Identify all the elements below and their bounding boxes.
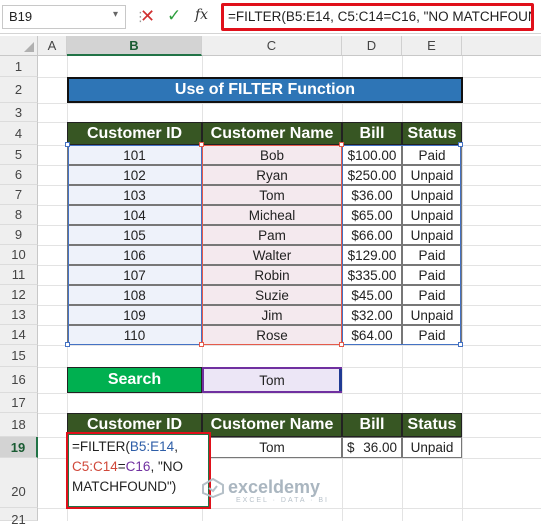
row-header-19[interactable]: 19 [0,437,38,458]
range-handle-icon[interactable] [339,142,344,147]
row-header-13[interactable]: 13 [0,305,38,325]
column-header-blank [462,36,541,56]
result-status[interactable]: Unpaid [402,437,462,458]
formula-input[interactable]: =FILTER(B5:E14, C5:C14=C16, "NO MATCHFOU… [221,3,534,31]
result-bill-symbol: $ [347,440,355,455]
row-header-4[interactable]: 4 [0,122,38,145]
row-header-12[interactable]: 12 [0,285,38,305]
sheet-title[interactable]: Use of FILTER Function [67,77,463,103]
row-header-9[interactable]: 9 [0,225,38,245]
row-header-15[interactable]: 15 [0,345,38,367]
result-bill-value: 36.00 [363,440,397,455]
row-header-21[interactable]: 21 [0,508,38,527]
column-header-b[interactable]: B [67,36,202,56]
result-customer-name[interactable]: Tom [202,437,342,458]
active-formula-cell[interactable]: =FILTER(B5:E14, C5:C14=C16, "NO MATCHFOU… [66,432,211,509]
column-header-e[interactable]: E [402,36,462,56]
insert-function-icon[interactable]: fx [195,7,208,23]
result-header-status[interactable]: Status [402,413,462,437]
exceldemy-logo-icon [202,478,224,498]
watermark-tagline: EXCEL · DATA · BI [236,497,329,504]
header-bill[interactable]: Bill [342,122,402,145]
row-header-17[interactable]: 17 [0,393,38,413]
range-handle-icon[interactable] [199,142,204,147]
watermark-text: exceldemy [228,477,321,497]
row-header-10[interactable]: 10 [0,245,38,265]
confirm-icon[interactable]: ✓ [167,6,183,26]
row-header-20[interactable]: 20 [0,458,38,508]
row-header-8[interactable]: 8 [0,205,38,225]
active-cell-border [68,434,209,507]
name-box-dropdown-icon[interactable]: ▾ [113,9,118,20]
range-handle-icon[interactable] [339,342,344,347]
search-value-cell[interactable]: Tom [202,367,342,393]
row-header-18[interactable]: 18 [0,413,38,437]
header-customer-name[interactable]: Customer Name [202,122,342,145]
row-header-3[interactable]: 3 [0,103,38,122]
row-header-16[interactable]: 16 [0,367,38,393]
row-header-7[interactable]: 7 [0,185,38,205]
range-handle-icon[interactable] [65,142,70,147]
column-header-a[interactable]: A [38,36,67,56]
range-handle-icon[interactable] [65,342,70,347]
search-label[interactable]: Search [67,367,202,393]
cancel-icon[interactable]: ✕ [140,6,156,26]
row-header-5[interactable]: 5 [0,145,38,165]
column-header-c[interactable]: C [202,36,342,56]
header-status[interactable]: Status [402,122,462,145]
select-all-icon [24,42,34,52]
result-header-bill[interactable]: Bill [342,413,402,437]
row-header-14[interactable]: 14 [0,325,38,345]
name-box[interactable]: B19 [2,5,126,29]
range-handle-icon[interactable] [458,142,463,147]
range-highlight-c5-c14 [202,145,342,345]
row-header-2[interactable]: 2 [0,77,38,103]
range-highlight-d5-e14 [342,145,461,345]
header-customer-id[interactable]: Customer ID [67,122,202,145]
cell-edge-handle-icon [339,369,342,391]
range-handle-icon[interactable] [458,342,463,347]
row-header-1[interactable]: 1 [0,56,38,77]
result-header-customer-name[interactable]: Customer Name [202,413,342,437]
row-header-11[interactable]: 11 [0,265,38,285]
result-bill[interactable]: $ 36.00 [342,437,402,458]
range-highlight-b5-e14 [68,145,202,345]
range-handle-icon[interactable] [199,342,204,347]
column-header-d[interactable]: D [342,36,402,56]
row-header-6[interactable]: 6 [0,165,38,185]
